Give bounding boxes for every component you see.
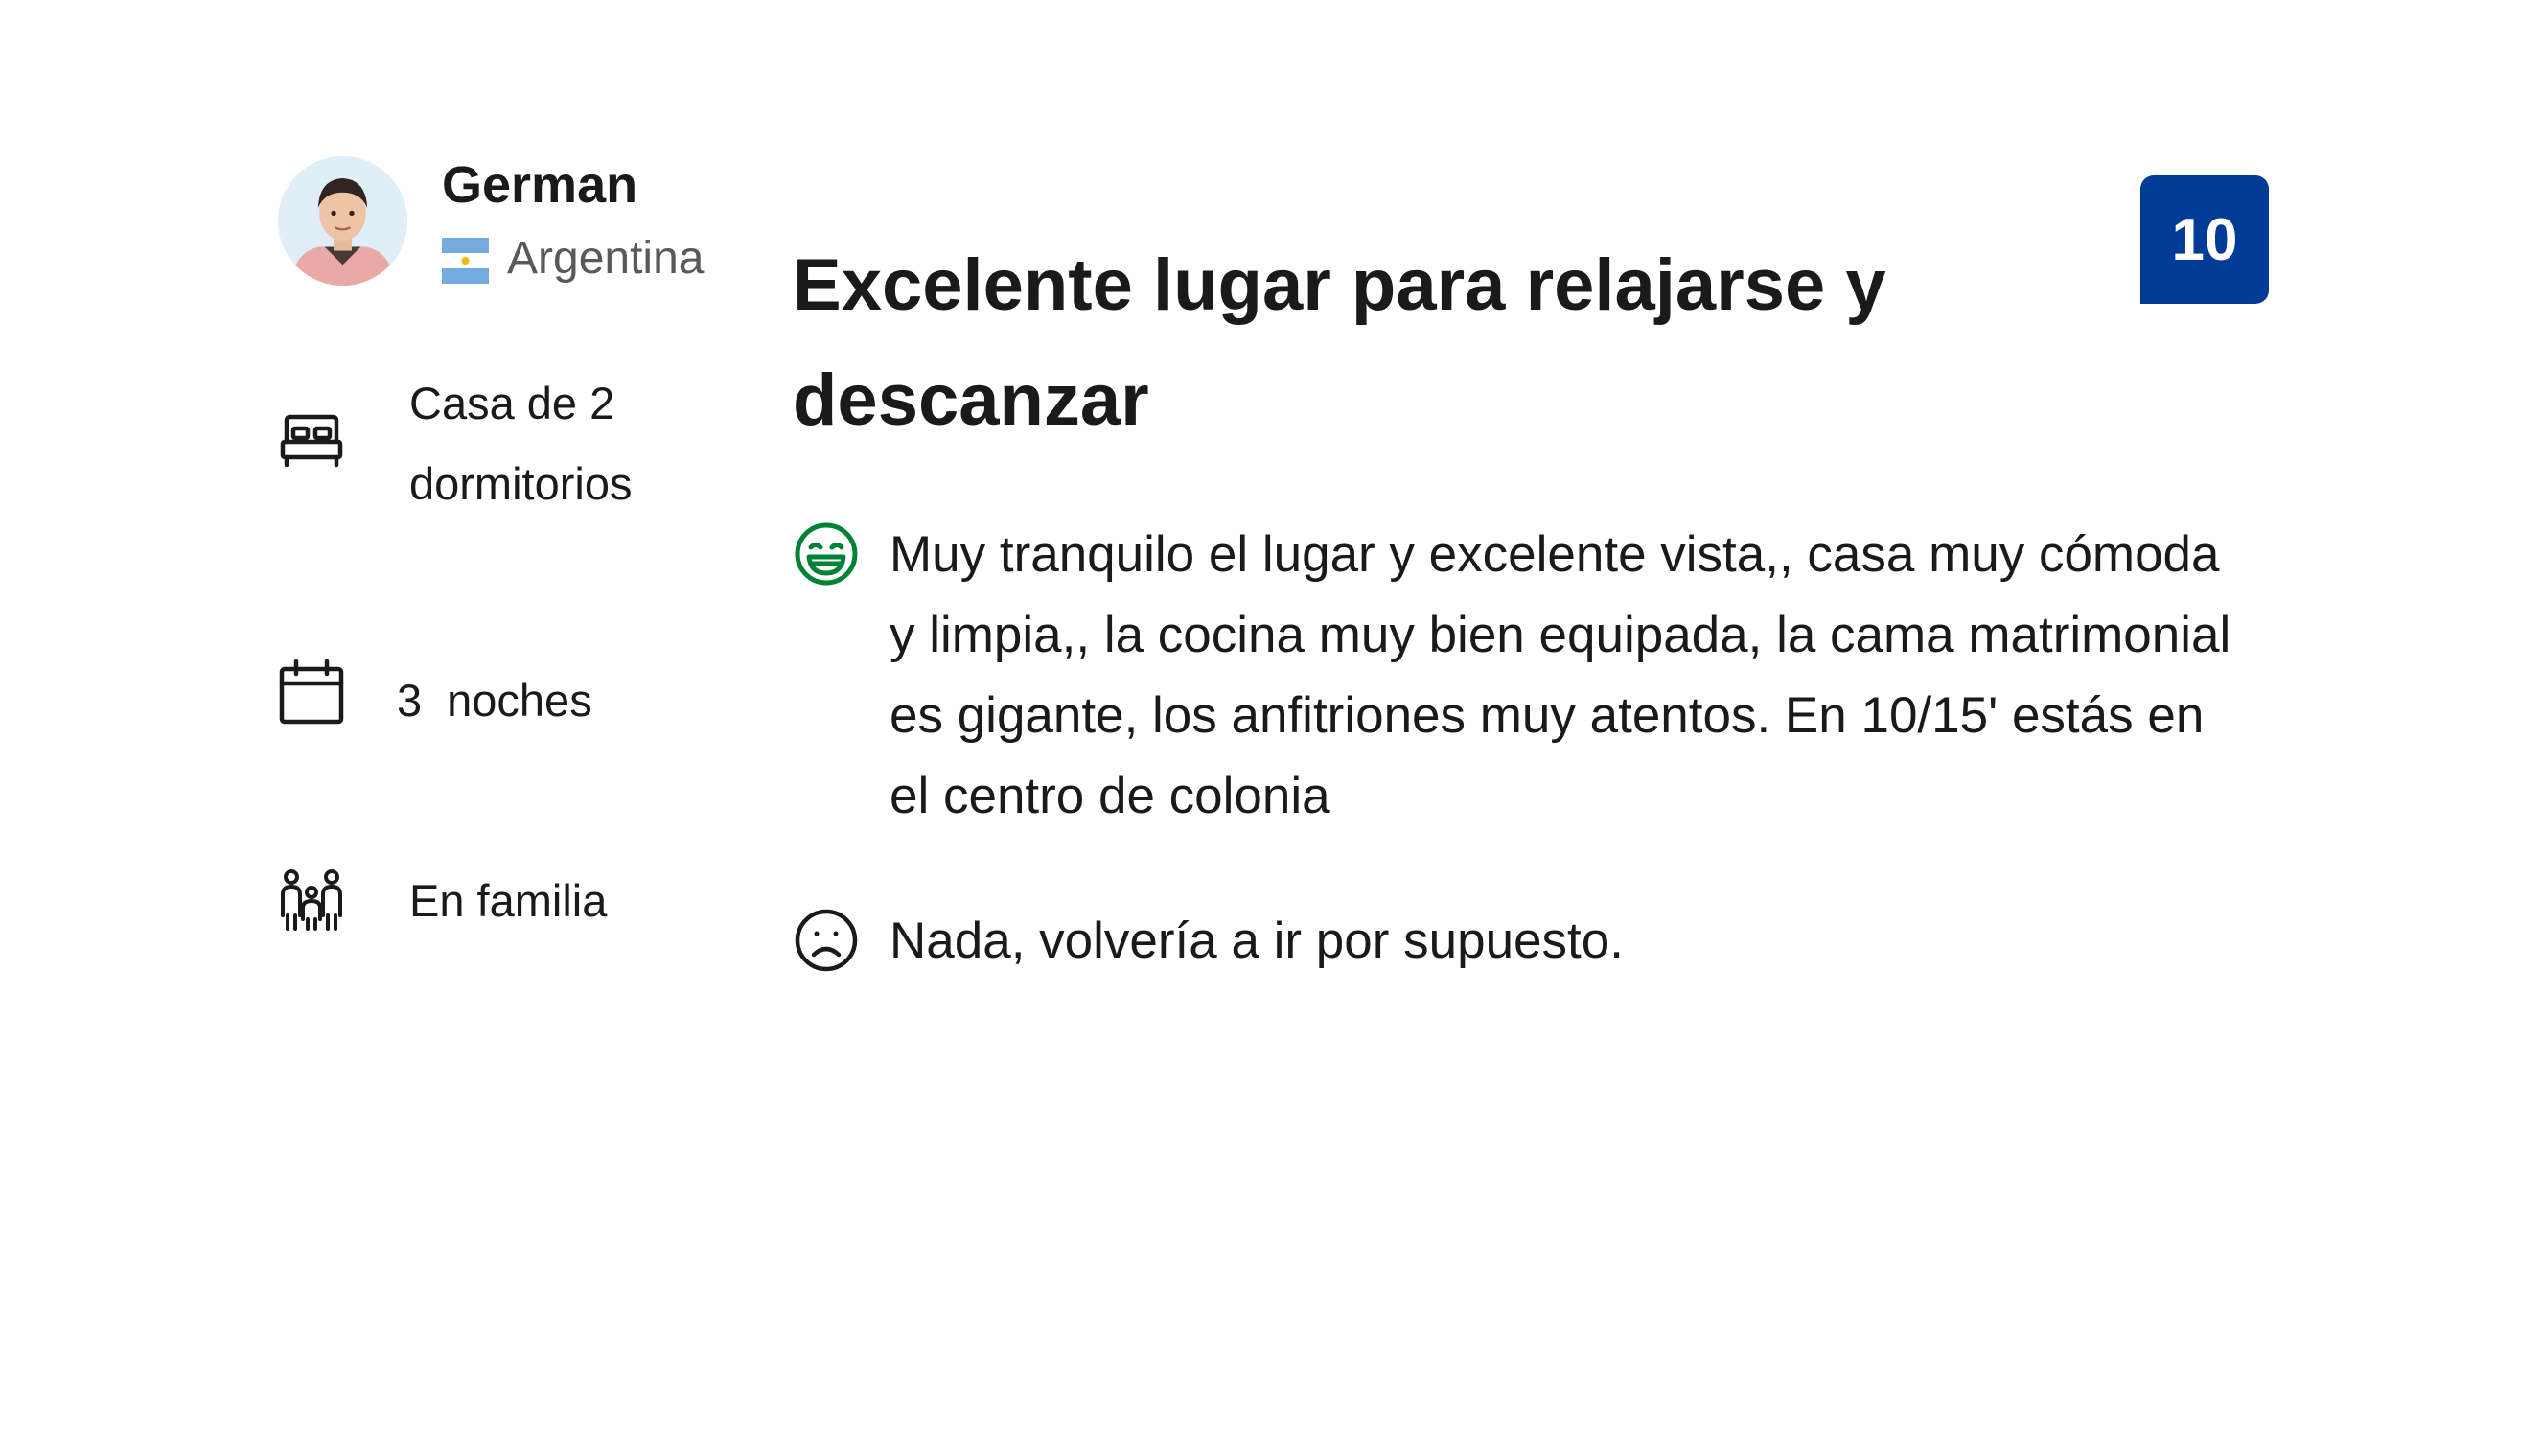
- frown-icon: [793, 907, 860, 974]
- avatar: [278, 156, 407, 286]
- calendar-icon: [278, 659, 345, 726]
- reviewer-name: German: [442, 156, 638, 214]
- review-card: German Argentina Casa de 2 dormitorios 3…: [0, 0, 2542, 1456]
- reviewer-country: Argentina: [507, 233, 705, 284]
- nights-label: noches: [447, 675, 592, 726]
- score-badge: 10: [2140, 175, 2269, 304]
- argentina-flag-icon: [442, 238, 489, 284]
- room-type: Casa de 2 dormitorios: [409, 363, 697, 524]
- negative-comment: Nada, volvería a ir por supuesto.: [890, 913, 1624, 969]
- bed-icon: [278, 405, 345, 473]
- positive-comment: Muy tranquilo el lugar y excelente vista…: [890, 526, 2231, 824]
- room-type-label: Casa de 2 dormitorios: [409, 378, 633, 509]
- smile-icon: [793, 520, 860, 588]
- nights-stayed: 3 noches: [397, 660, 592, 741]
- nights-count: 3: [397, 675, 423, 726]
- group-icon: [278, 867, 345, 935]
- traveler-type: En familia: [409, 875, 608, 926]
- review-title: Excelente lugar para relajarse y descanz…: [793, 244, 1886, 441]
